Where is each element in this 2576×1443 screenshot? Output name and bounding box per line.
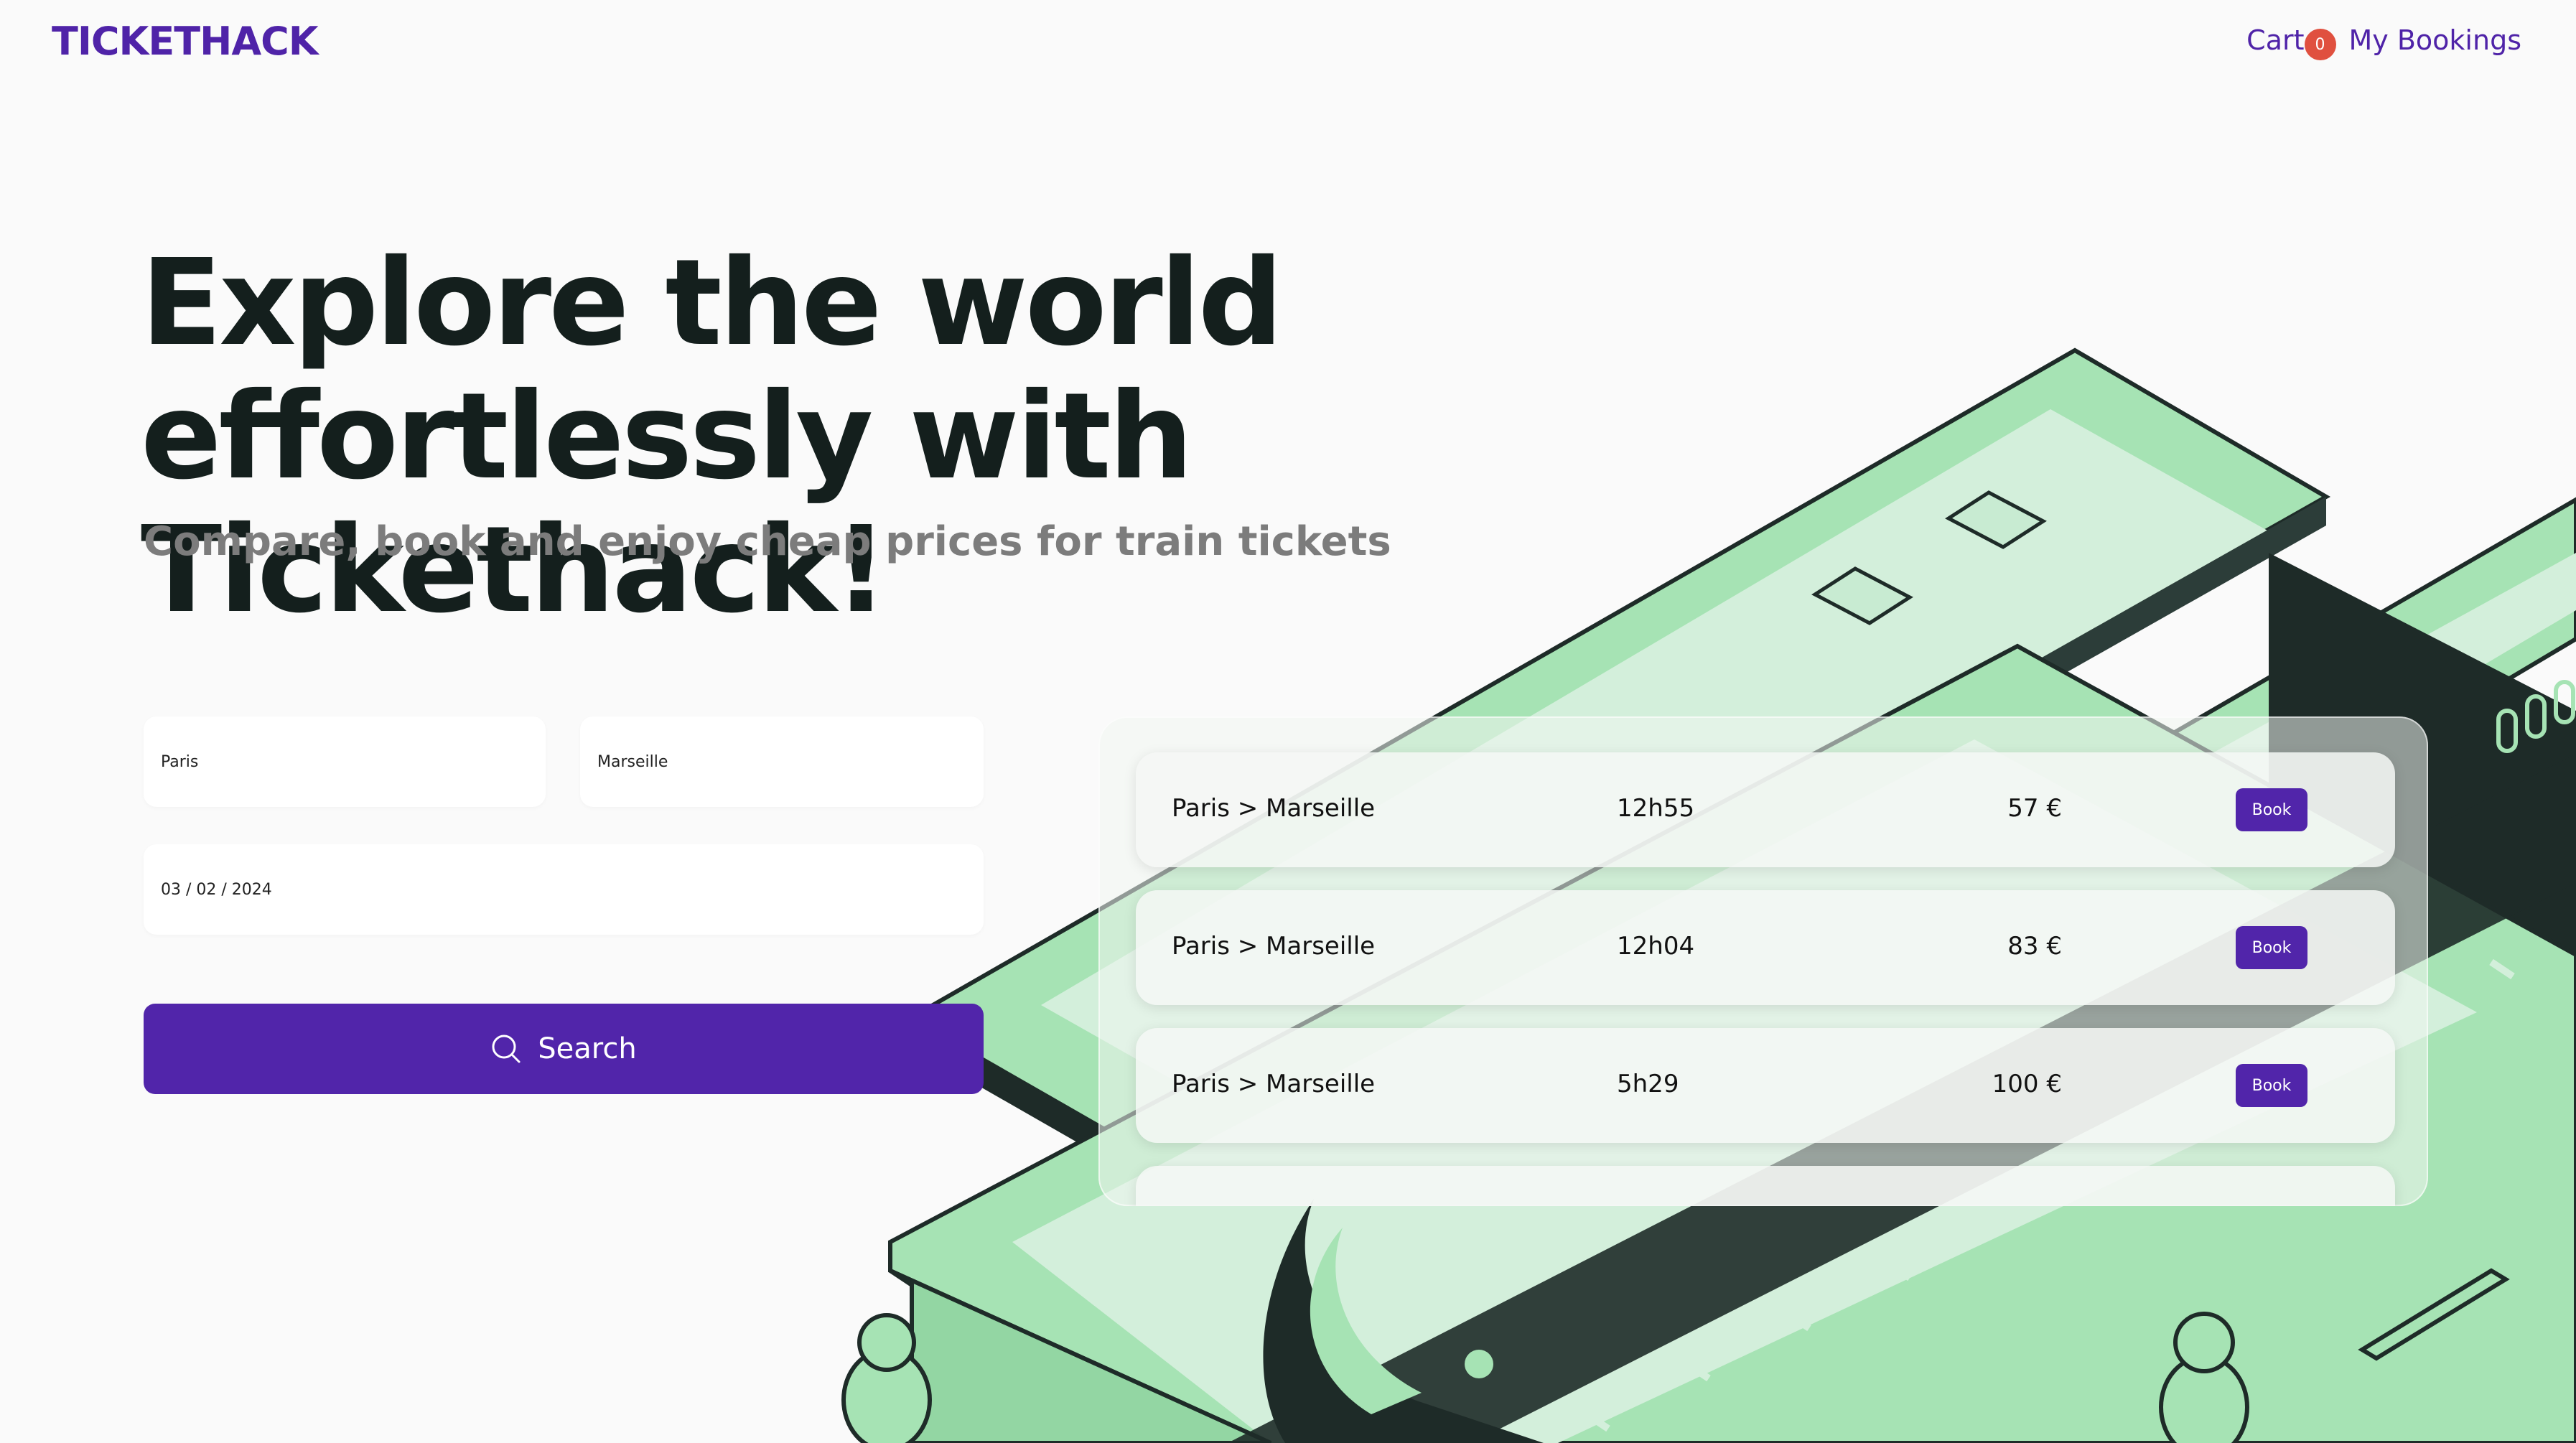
search-icon [492, 1035, 521, 1063]
result-row-partial [1136, 1166, 2395, 1206]
departure-value: Paris [161, 752, 199, 771]
book-button[interactable]: Book [2236, 788, 2307, 831]
result-price: 83 € [2007, 932, 2062, 961]
result-time: 12h04 [1617, 932, 1695, 961]
book-button[interactable]: Book [2236, 1064, 2307, 1107]
search-label: Search [538, 1032, 637, 1065]
result-row: Paris > Marseille 12h55 57 € Book [1136, 752, 2395, 867]
result-route: Paris > Marseille [1172, 932, 1376, 961]
arrival-input[interactable]: Marseille [580, 716, 984, 807]
result-price: 100 € [1992, 1070, 2062, 1098]
search-button[interactable]: Search [144, 1004, 984, 1094]
date-input[interactable]: 03 / 02 / 2024 [144, 844, 984, 935]
my-bookings-link[interactable]: My Bookings [2349, 24, 2522, 56]
top-nav: Cart 0 My Bookings [2246, 24, 2522, 60]
results-panel[interactable]: Paris > Marseille 12h55 57 € Book Paris … [1098, 716, 2428, 1206]
result-time: 12h55 [1617, 794, 1695, 823]
result-row: Paris > Marseille 12h04 83 € Book [1136, 890, 2395, 1005]
arrival-value: Marseille [597, 752, 668, 771]
result-price: 57 € [2007, 794, 2062, 823]
date-value: 03 / 02 / 2024 [161, 880, 272, 899]
cart-label: Cart [2246, 24, 2305, 56]
cart-link[interactable]: Cart 0 [2246, 24, 2336, 60]
result-time: 5h29 [1617, 1070, 1679, 1098]
departure-input[interactable]: Paris [144, 716, 546, 807]
book-button[interactable]: Book [2236, 926, 2307, 969]
brand-logo[interactable]: TICKETHACK [52, 19, 319, 64]
result-route: Paris > Marseille [1172, 794, 1376, 823]
result-row: Paris > Marseille 5h29 100 € Book [1136, 1028, 2395, 1143]
cart-count-badge: 0 [2304, 29, 2336, 60]
result-route: Paris > Marseille [1172, 1070, 1376, 1098]
